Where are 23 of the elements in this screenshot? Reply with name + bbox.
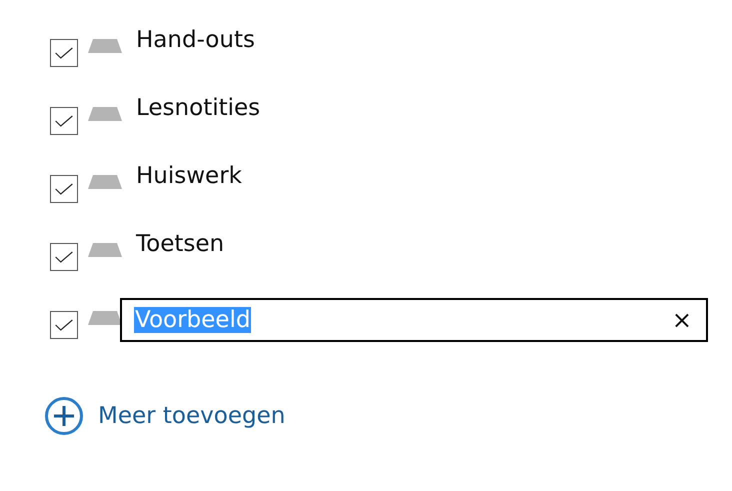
section-name[interactable]: Toetsen bbox=[136, 231, 224, 257]
plus-icon bbox=[44, 396, 84, 436]
tab-icon bbox=[88, 175, 122, 189]
section-name[interactable]: Lesnotities bbox=[136, 95, 260, 121]
check-icon bbox=[55, 318, 73, 332]
checkbox[interactable] bbox=[50, 243, 78, 271]
tab-icon bbox=[88, 243, 122, 257]
tab-icon bbox=[88, 311, 122, 325]
check-icon bbox=[55, 182, 73, 196]
tab-icon bbox=[88, 39, 122, 53]
check-icon bbox=[55, 114, 73, 128]
rename-field[interactable]: Voorbeeld × bbox=[120, 298, 708, 342]
checkbox[interactable] bbox=[50, 175, 78, 203]
check-icon bbox=[55, 46, 73, 60]
clear-button[interactable]: × bbox=[668, 306, 696, 334]
checkbox[interactable] bbox=[50, 107, 78, 135]
check-icon bbox=[55, 250, 73, 264]
section-name[interactable]: Hand-outs bbox=[136, 27, 255, 53]
add-more-link[interactable]: Meer toevoegen bbox=[44, 396, 286, 436]
section-name[interactable]: Huiswerk bbox=[136, 163, 242, 189]
checkbox[interactable] bbox=[50, 311, 78, 339]
tab-icon bbox=[88, 107, 122, 121]
checkbox[interactable] bbox=[50, 39, 78, 67]
